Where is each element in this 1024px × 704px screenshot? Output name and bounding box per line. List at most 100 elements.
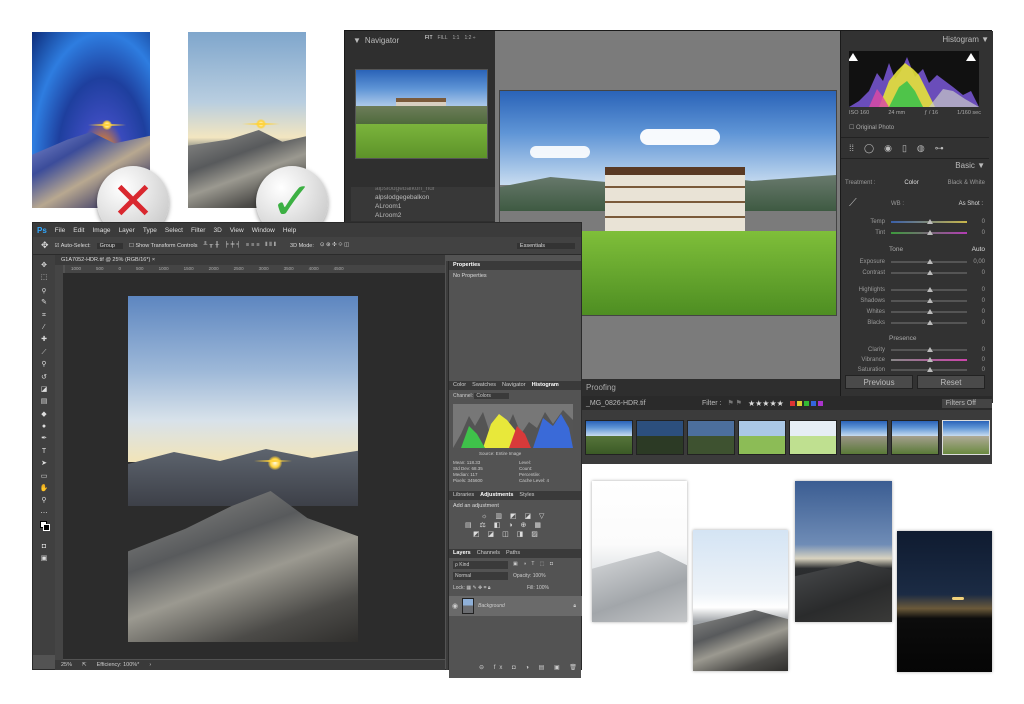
histogram-title[interactable]: Histogram ▼ [841,35,989,44]
folder-item[interactable]: ALroom1 [351,202,496,211]
menu-edit[interactable]: Edit [73,227,84,234]
collapse-triangle-icon[interactable]: ▼ [353,36,361,45]
tab-swatches[interactable]: Swatches [472,381,496,390]
color-swatches-icon[interactable] [39,521,50,532]
tab-color[interactable]: Color [453,381,466,390]
blur-tool-icon[interactable]: ◆ [40,410,49,419]
crop-tool-icon[interactable]: ⌗ [40,311,49,320]
zoom-fill[interactable]: FILL [438,35,448,41]
menu-image[interactable]: Image [92,227,110,234]
temp-slider[interactable]: Temp 0 [845,219,985,225]
menu-help[interactable]: Help [283,227,296,234]
tab-channels[interactable]: Channels [477,549,500,558]
tab-libraries[interactable]: Libraries [453,491,474,500]
tab-adjustments[interactable]: Adjustments [480,491,513,500]
tint-slider[interactable]: Tint 0 [845,230,985,236]
color-label-filter[interactable] [789,400,823,406]
filmstrip-thumb[interactable] [585,420,633,455]
adjustment-icons-row1[interactable]: ☼ ▥ ◩ ◪ ▽ [453,512,577,520]
quick-mask-icon[interactable]: ◘ [40,542,49,551]
filters-off-dropdown[interactable]: Filters Off [941,398,992,408]
tab-navigator[interactable]: Navigator [502,381,526,390]
mountain-sunrise-photo[interactable] [128,296,358,642]
quick-select-tool-icon[interactable]: ✎ [40,298,49,307]
shadows-slider[interactable]: Shadows 0 [845,298,985,304]
filmstrip-thumb[interactable] [687,420,735,455]
hand-tool-icon[interactable]: ✋ [40,484,49,493]
reset-button[interactable]: Reset [917,375,985,389]
screen-mode-icon[interactable]: ▣ [40,554,49,563]
lr-histogram[interactable] [849,51,979,107]
lock-row[interactable]: Lock: ▦ ✎ ✥ ⌗ 🔒︎ [453,585,490,591]
3d-mode-icons[interactable]: ⊙ ⊛ ✣ ⟐ ◫ [320,242,349,249]
blend-mode-dropdown[interactable]: Normal [453,572,508,580]
layer-filter-icons[interactable]: ▣ ◑ T ⬚ ◘ [513,561,555,567]
saturation-slider[interactable]: Saturation 0 [845,366,985,373]
auto-tone-button[interactable]: Auto [972,246,985,253]
adjustment-brush-icon[interactable]: ⊶ [935,143,944,154]
exposure-slider[interactable]: Exposure 0,00 [845,259,985,265]
lasso-tool-icon[interactable]: ϙ [40,286,49,295]
flag-filter-icon[interactable]: ⚑ ⚑ [727,399,742,407]
treatment-color-option[interactable]: Color [904,180,918,186]
healing-tool-icon[interactable]: ✚ [40,335,49,344]
crop-circle-icon[interactable]: ◯ [864,143,874,154]
contrast-slider[interactable]: Contrast 0 [845,270,985,276]
menu-layer[interactable]: Layer [119,227,135,234]
menu-window[interactable]: Window [252,227,275,234]
spot-removal-icon[interactable]: ◉ [884,143,892,154]
vibrance-slider[interactable]: Vibrance 0 [845,357,985,363]
zoom-tool-icon[interactable]: ⚲ [40,496,49,505]
document-tab[interactable]: G1A7052-HDR.tif @ 25% (RGB/16*) × [55,255,445,265]
adjustment-icons-row3[interactable]: ◩ ◪ ◫ ◨ ▨ [453,530,577,538]
treatment-bw-option[interactable]: Black & White [948,180,985,186]
menu-file[interactable]: File [55,227,65,234]
graduated-filter-icon[interactable]: ◍ [917,143,925,154]
channel-dropdown[interactable]: Colors [474,393,509,399]
menu-filter[interactable]: Filter [191,227,205,234]
tab-layers[interactable]: Layers [453,549,471,558]
white-balance-picker-icon[interactable]: ⟋ [849,197,857,210]
efficiency-readout[interactable]: Efficiency: 100%* [97,660,140,670]
gradient-tool-icon[interactable]: ▤ [40,397,49,406]
auto-select-dropdown[interactable]: Group [96,242,123,249]
menu-select[interactable]: Select [165,227,183,234]
eraser-tool-icon[interactable]: ◪ [40,385,49,394]
zoom-1-2[interactable]: 1:2 ÷ [464,35,475,41]
folder-item[interactable]: alpslodgegebalkon [351,193,496,202]
layer-footer-icons[interactable]: ⊖ fx ◘ ◑ ▤ ▣ 🗑︎ [479,664,581,671]
filmstrip-thumb[interactable] [891,420,939,455]
zoom-fit[interactable]: FIT [425,35,433,41]
brush-tool-icon[interactable]: ⟋ [40,348,49,357]
dodge-tool-icon[interactable]: ● [40,422,49,431]
filmstrip-thumb[interactable] [789,420,837,455]
menu-3d[interactable]: 3D [213,227,221,234]
type-tool-icon[interactable]: T [40,447,49,456]
blacks-slider[interactable]: Blacks 0 [845,320,985,326]
grid-overlay-icon[interactable]: ⁞⁞ [849,143,854,153]
clone-stamp-tool-icon[interactable]: ⚲ [40,360,49,369]
status-arrow-icon[interactable]: › [149,660,151,670]
menu-type[interactable]: Type [143,227,157,234]
wb-dropdown[interactable]: As Shot : [959,201,983,207]
original-photo-checkbox[interactable]: ☐ Original Photo [849,124,894,131]
filmstrip-thumb-selected[interactable] [942,420,990,455]
clarity-slider[interactable]: Clarity 0 [845,347,985,353]
basic-header[interactable]: Basic ▼ [841,161,989,170]
previous-button[interactable]: Previous [845,375,913,389]
marquee-tool-icon[interactable]: ⬚ [40,273,49,282]
opacity-field[interactable]: Opacity: 100% [513,573,546,579]
align-icons[interactable]: ╨╥╫ ╞╪╡ ≡≡≡ ⫴⫴⫴ [204,242,279,249]
history-brush-tool-icon[interactable]: ↺ [40,373,49,382]
zoom-level[interactable]: 25% [61,660,72,670]
filmstrip-thumb[interactable] [840,420,888,455]
eyedropper-tool-icon[interactable]: ⁄ [40,323,49,332]
transform-controls-checkbox[interactable]: ☐ Show Transform Controls [129,243,198,249]
move-tool-icon[interactable]: ✥ [41,240,49,251]
layer-kind-filter[interactable]: ρ Kind [453,561,508,569]
auto-select-checkbox[interactable]: ☑ Auto-Select: [55,243,91,249]
filmstrip-thumb[interactable] [738,420,786,455]
redeye-icon[interactable]: ▯ [902,143,907,154]
path-select-tool-icon[interactable]: ➤ [40,459,49,468]
navigator-preview[interactable] [355,69,488,159]
